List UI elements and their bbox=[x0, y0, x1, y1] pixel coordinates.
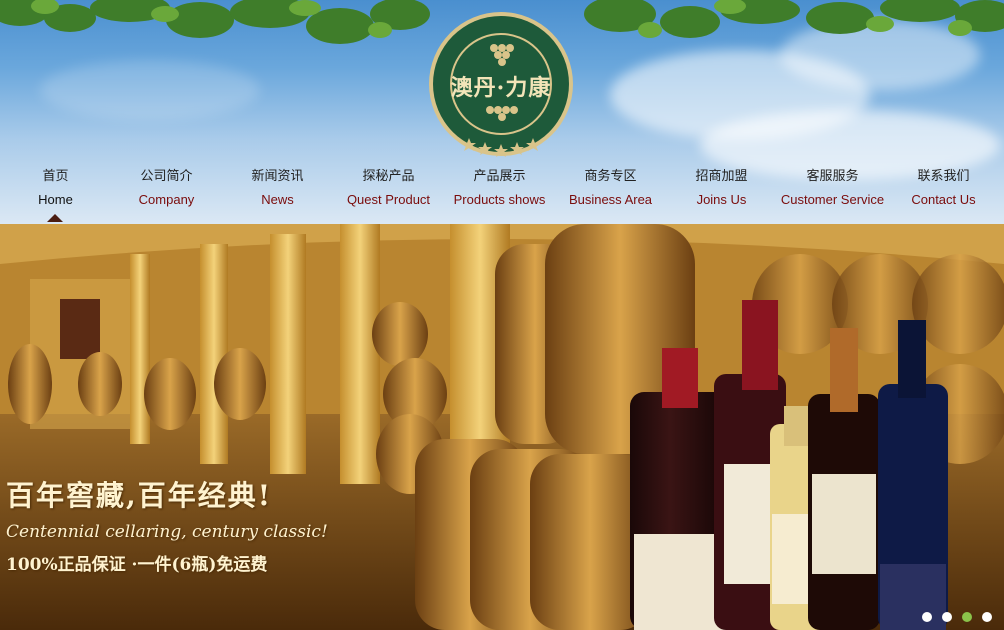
hero-banner[interactable]: 百年窖藏,百年经典! Centennial cellaring, century… bbox=[0, 224, 1004, 630]
nav-label-cn: 招商加盟 bbox=[695, 168, 748, 183]
nav-label-cn: 首页 bbox=[42, 168, 69, 183]
nav-item-news[interactable]: 新闻资讯 News bbox=[222, 166, 333, 216]
slider-dot[interactable] bbox=[942, 612, 952, 622]
banner-promo-text: 100%正品保证 ·一件(6瓶)免运费 bbox=[6, 555, 268, 575]
nav-label-en: Products shows bbox=[453, 192, 546, 207]
nav-label-cn: 产品展示 bbox=[473, 168, 526, 183]
banner-script-subtitle: Centennial cellaring, century classic! bbox=[6, 522, 328, 542]
slider-dot[interactable] bbox=[922, 612, 932, 622]
nav-label-cn: 客服服务 bbox=[806, 168, 859, 183]
nav-label-en: Home bbox=[38, 192, 73, 207]
nav-item-company[interactable]: 公司简介 Company bbox=[111, 166, 222, 216]
site-header: 澳丹·力康 首页 Home 公司简介 Company 新闻资讯 News 探秘产… bbox=[0, 0, 1004, 224]
banner-caption: 百年窖藏,百年经典! Centennial cellaring, century… bbox=[6, 474, 328, 575]
nav-label-en: Contact Us bbox=[911, 192, 976, 207]
slider-pagination bbox=[922, 612, 992, 622]
nav-item-home[interactable]: 首页 Home bbox=[0, 166, 111, 222]
nav-label-cn: 商务专区 bbox=[584, 168, 637, 183]
nav-label-cn: 探秘产品 bbox=[362, 168, 415, 183]
nav-label-en: Joins Us bbox=[696, 192, 747, 207]
nav-item-joins-us[interactable]: 招商加盟 Joins Us bbox=[666, 166, 777, 216]
nav-item-products-shows[interactable]: 产品展示 Products shows bbox=[444, 166, 555, 216]
nav-label-cn: 公司简介 bbox=[140, 168, 193, 183]
slider-dot-active[interactable] bbox=[962, 612, 972, 622]
active-indicator-arrow-icon bbox=[47, 214, 63, 222]
nav-label-en: Business Area bbox=[568, 192, 653, 207]
nav-label-en: Company bbox=[138, 192, 195, 207]
nav-label-en: News bbox=[261, 192, 294, 207]
cloud bbox=[40, 60, 260, 120]
banner-headline: 百年窖藏,百年经典! bbox=[6, 479, 273, 512]
logo-name: 澳丹·力康 bbox=[450, 75, 552, 101]
nav-item-business-area[interactable]: 商务专区 Business Area bbox=[555, 166, 666, 216]
nav-label-en: Quest Product bbox=[346, 192, 431, 207]
nav-label-cn: 新闻资讯 bbox=[251, 168, 304, 183]
brand-logo[interactable]: 澳丹·力康 bbox=[424, 10, 578, 158]
nav-item-quest-product[interactable]: 探秘产品 Quest Product bbox=[333, 166, 444, 216]
nav-item-customer-service[interactable]: 客服服务 Customer Service bbox=[777, 166, 888, 216]
nav-label-cn: 联系我们 bbox=[917, 168, 970, 183]
nav-item-contact-us[interactable]: 联系我们 Contact Us bbox=[888, 166, 999, 216]
nav-label-en: Customer Service bbox=[780, 192, 885, 207]
main-nav: 首页 Home 公司简介 Company 新闻资讯 News 探秘产品 Ques… bbox=[0, 166, 1004, 222]
slider-dot[interactable] bbox=[982, 612, 992, 622]
